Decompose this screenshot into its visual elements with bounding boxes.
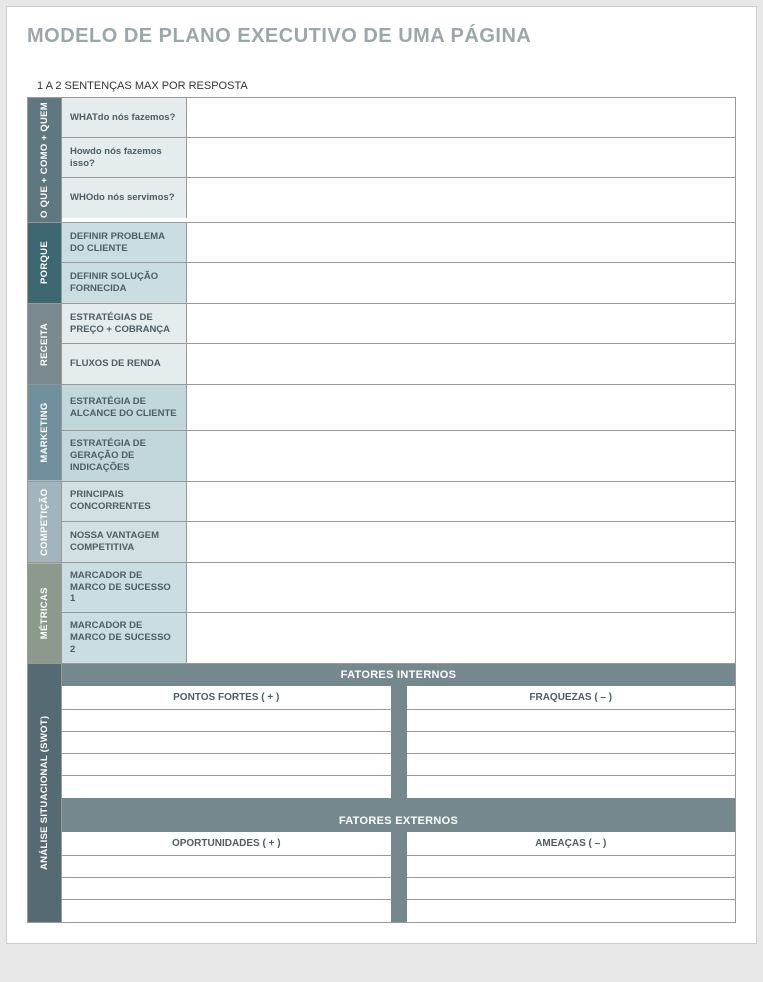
row-label: ESTRATÉGIA DE GERAÇÃO DE INDICAÇÕES xyxy=(62,431,187,481)
row-value[interactable] xyxy=(187,138,735,177)
swot-opportunity-cell[interactable] xyxy=(62,856,391,878)
section-swot: ANÁLISE SITUACIONAL (SWOT) FATORES INTER… xyxy=(28,664,735,922)
row-value[interactable] xyxy=(187,385,735,430)
row-label: MARCADOR DE MARCO DE SUCESSO 1 xyxy=(62,563,187,613)
row-what: WHATdo nós fazemos? xyxy=(62,98,735,138)
swot-weakness-cell[interactable] xyxy=(407,710,736,732)
row-preco: ESTRATÉGIAS DE PREÇO + COBRANÇA xyxy=(62,304,735,344)
row-marco-2: MARCADOR DE MARCO DE SUCESSO 2 xyxy=(62,613,735,663)
section-label: PORQUE xyxy=(28,223,62,303)
swot-strength-cell[interactable] xyxy=(62,710,391,732)
swot-internal-grid: PONTOS FORTES ( + ) FRAQUEZAS ( – ) xyxy=(62,686,735,798)
swot-weaknesses-header: FRAQUEZAS ( – ) xyxy=(407,686,736,710)
document-page: MODELO DE PLANO EXECUTIVO DE UMA PÁGINA … xyxy=(6,6,757,944)
row-label: MARCADOR DE MARCO DE SUCESSO 2 xyxy=(62,613,187,663)
row-value[interactable] xyxy=(187,613,735,663)
row-marco-1: MARCADOR DE MARCO DE SUCESSO 1 xyxy=(62,563,735,614)
swot-opportunity-cell[interactable] xyxy=(62,900,391,922)
row-value[interactable] xyxy=(187,563,735,613)
row-label: Howdo nós fazemos isso? xyxy=(62,138,187,177)
instruction-text: 1 A 2 SENTENÇAS MAX POR RESPOSTA xyxy=(37,80,736,92)
swot-threat-cell[interactable] xyxy=(407,900,736,922)
swot-weakness-cell[interactable] xyxy=(407,776,736,798)
swot-opportunities-header: OPORTUNIDADES ( + ) xyxy=(62,832,391,856)
row-label: PRINCIPAIS CONCORRENTES xyxy=(62,482,187,521)
swot-weakness-cell[interactable] xyxy=(407,732,736,754)
swot-threat-cell[interactable] xyxy=(407,856,736,878)
swot-strength-cell[interactable] xyxy=(62,754,391,776)
row-indicacoes: ESTRATÉGIA DE GERAÇÃO DE INDICAÇÕES xyxy=(62,431,735,481)
row-value[interactable] xyxy=(187,482,735,521)
swot-external-grid: OPORTUNIDADES ( + ) AMEAÇAS ( – ) xyxy=(62,832,735,922)
swot-strength-cell[interactable] xyxy=(62,732,391,754)
row-label: FLUXOS DE RENDA xyxy=(62,344,187,384)
section-porque: PORQUE DEFINIR PROBLEMA DO CLIENTE DEFIN… xyxy=(28,223,735,304)
row-label: DEFINIR PROBLEMA DO CLIENTE xyxy=(62,223,187,262)
section-competicao: COMPETIÇÃO PRINCIPAIS CONCORRENTES NOSSA… xyxy=(28,482,735,563)
swot-mid-bar xyxy=(62,798,735,810)
swot-threats-header: AMEAÇAS ( – ) xyxy=(407,832,736,856)
section-label: MÉTRICAS xyxy=(28,563,62,663)
section-what-how-who: O QUE + COMO + QUEM WHATdo nós fazemos? … xyxy=(28,98,735,223)
row-alcance: ESTRATÉGIA DE ALCANCE DO CLIENTE xyxy=(62,385,735,431)
row-vantagem: NOSSA VANTAGEM COMPETITIVA xyxy=(62,522,735,562)
row-value[interactable] xyxy=(187,263,735,303)
section-receita: RECEITA ESTRATÉGIAS DE PREÇO + COBRANÇA … xyxy=(28,304,735,385)
swot-external-banner: FATORES EXTERNOS xyxy=(62,810,735,832)
page-title: MODELO DE PLANO EXECUTIVO DE UMA PÁGINA xyxy=(27,25,736,48)
row-value[interactable] xyxy=(187,522,735,562)
worksheet: O QUE + COMO + QUEM WHATdo nós fazemos? … xyxy=(27,97,736,923)
row-value[interactable] xyxy=(187,344,735,384)
row-label: ESTRATÉGIA DE ALCANCE DO CLIENTE xyxy=(62,385,187,430)
section-label: RECEITA xyxy=(28,304,62,384)
section-label: COMPETIÇÃO xyxy=(28,482,62,562)
row-label: WHOdo nós servimos? xyxy=(62,178,187,218)
swot-divider xyxy=(391,832,407,922)
swot-threats-column: AMEAÇAS ( – ) xyxy=(407,832,736,922)
swot-threat-cell[interactable] xyxy=(407,878,736,900)
row-label: WHATdo nós fazemos? xyxy=(62,98,187,137)
row-solucao: DEFINIR SOLUÇÃO FORNECIDA xyxy=(62,263,735,303)
row-fluxos: FLUXOS DE RENDA xyxy=(62,344,735,384)
row-value[interactable] xyxy=(187,178,735,218)
swot-strengths-header: PONTOS FORTES ( + ) xyxy=(62,686,391,710)
swot-weakness-cell[interactable] xyxy=(407,754,736,776)
swot-opportunity-cell[interactable] xyxy=(62,878,391,900)
row-label: ESTRATÉGIAS DE PREÇO + COBRANÇA xyxy=(62,304,187,343)
row-how: Howdo nós fazemos isso? xyxy=(62,138,735,178)
row-label: DEFINIR SOLUÇÃO FORNECIDA xyxy=(62,263,187,303)
row-problema: DEFINIR PROBLEMA DO CLIENTE xyxy=(62,223,735,263)
swot-weaknesses-column: FRAQUEZAS ( – ) xyxy=(407,686,736,798)
swot-internal-banner: FATORES INTERNOS xyxy=(62,664,735,686)
row-who: WHOdo nós servimos? xyxy=(62,178,735,218)
row-value[interactable] xyxy=(187,98,735,137)
section-marketing: MARKETING ESTRATÉGIA DE ALCANCE DO CLIEN… xyxy=(28,385,735,482)
swot-strength-cell[interactable] xyxy=(62,776,391,798)
row-value[interactable] xyxy=(187,304,735,343)
section-label: O QUE + COMO + QUEM xyxy=(28,98,62,222)
section-label: ANÁLISE SITUACIONAL (SWOT) xyxy=(28,664,62,922)
row-label: NOSSA VANTAGEM COMPETITIVA xyxy=(62,522,187,562)
row-value[interactable] xyxy=(187,223,735,262)
section-metricas: MÉTRICAS MARCADOR DE MARCO DE SUCESSO 1 … xyxy=(28,563,735,664)
swot-opportunities-column: OPORTUNIDADES ( + ) xyxy=(62,832,391,922)
swot-divider xyxy=(391,686,407,798)
section-label: MARKETING xyxy=(28,385,62,481)
row-concorrentes: PRINCIPAIS CONCORRENTES xyxy=(62,482,735,522)
row-value[interactable] xyxy=(187,431,735,481)
swot-strengths-column: PONTOS FORTES ( + ) xyxy=(62,686,391,798)
